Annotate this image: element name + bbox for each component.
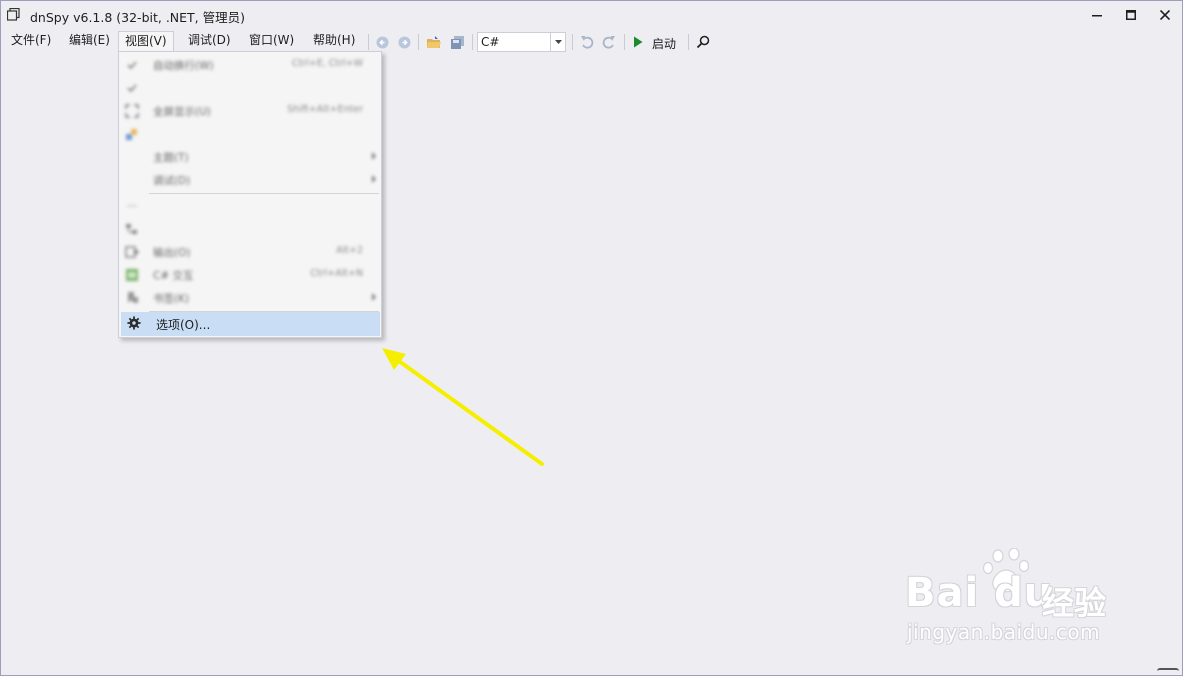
- view-menu-item[interactable]: [119, 218, 381, 240]
- redo-button[interactable]: [600, 32, 618, 52]
- watermark-brand: Bai du: [905, 570, 1054, 616]
- watermark-url: jingyan.baidu.com: [907, 620, 1101, 644]
- view-menu-item-label: 输出(O): [153, 247, 191, 259]
- maximize-icon: [1126, 10, 1136, 20]
- view-menu-item[interactable]: [119, 77, 381, 99]
- submenu-arrow-icon: [372, 152, 376, 160]
- baidu-watermark: Bai du 经验 jingyan.baidu.com: [905, 548, 1135, 658]
- menu-edit[interactable]: 编辑(E): [63, 30, 116, 51]
- menu-separator: [149, 193, 379, 194]
- toolbar-separator: [418, 34, 419, 50]
- title-bar[interactable]: dnSpy v6.1.8 (32-bit, .NET, 管理员): [0, 0, 1183, 30]
- save-all-button[interactable]: [448, 32, 466, 52]
- language-combobox[interactable]: C#: [477, 32, 566, 52]
- menu-help[interactable]: 帮助(H): [307, 30, 361, 51]
- view-menu-item[interactable]: 全屏显示(U) Shift+Alt+Enter: [119, 100, 381, 122]
- save-all-icon: [450, 35, 464, 49]
- menu-view[interactable]: 视图(V): [118, 31, 174, 52]
- view-menu-dropdown: 自动换行(W) Ctrl+E, Ctrl+W 全屏显示(U) Shift+Alt…: [118, 51, 382, 338]
- view-menu-item-shortcut: Ctrl+E, Ctrl+W: [291, 58, 363, 69]
- resize-grip[interactable]: [1157, 668, 1179, 674]
- options-label: 选项(O)...: [156, 318, 211, 332]
- toolbar-separator: [572, 34, 573, 50]
- undo-button[interactable]: [578, 32, 596, 52]
- start-label[interactable]: 启动: [652, 35, 676, 52]
- view-menu-item-shortcut: Alt+2: [336, 245, 363, 256]
- view-menu-item-label: 书签(K): [153, 293, 190, 305]
- navigate-back-button[interactable]: [374, 32, 390, 52]
- view-menu-item-output[interactable]: 输出(O) Alt+2: [119, 241, 381, 263]
- tree-icon: [126, 224, 137, 234]
- open-folder-icon: [427, 36, 441, 48]
- output-icon: [125, 246, 139, 258]
- multi-color-icon: [126, 129, 137, 140]
- play-icon: [634, 36, 643, 48]
- undo-icon: [581, 36, 594, 49]
- submenu-arrow-icon: [372, 293, 376, 301]
- submenu-arrow-icon: [372, 175, 376, 183]
- combobox-dropdown-arrow[interactable]: [550, 33, 565, 51]
- view-menu-item-label: C# 交互: [153, 270, 194, 282]
- language-value: C#: [481, 35, 500, 49]
- view-menu-item[interactable]: 自动换行(W) Ctrl+E, Ctrl+W: [119, 54, 381, 76]
- open-button[interactable]: [425, 32, 443, 52]
- view-menu-item-label: 自动换行(W): [153, 60, 214, 72]
- toolbar-separator: [688, 34, 689, 50]
- minimize-icon: [1092, 15, 1102, 17]
- window-title: dnSpy v6.1.8 (32-bit, .NET, 管理员): [30, 10, 246, 25]
- close-button[interactable]: [1148, 0, 1182, 30]
- app-window-icon: [7, 8, 20, 21]
- redo-icon: [602, 36, 615, 49]
- minimize-button[interactable]: [1080, 0, 1114, 30]
- navigate-forward-button[interactable]: [396, 32, 412, 52]
- check-icon: [127, 84, 137, 93]
- forward-arrow-icon: [398, 36, 410, 48]
- view-menu-item-shortcut: Shift+Alt+Enter: [287, 104, 363, 115]
- gear-icon: [127, 316, 141, 330]
- toolbar-separator: [368, 34, 369, 50]
- back-arrow-icon: [376, 36, 388, 48]
- view-menu-item-label: 全屏显示(U): [153, 106, 211, 118]
- view-menu-item-debug[interactable]: 调试(D): [119, 169, 381, 191]
- bookmark-icon: [128, 292, 138, 303]
- search-icon: [696, 35, 710, 49]
- toolbar-separator: [624, 34, 625, 50]
- annotation-arrow: [382, 348, 544, 466]
- view-menu-item-shortcut: Ctrl+Alt+N: [310, 268, 363, 279]
- csharp-interactive-icon: [126, 269, 138, 281]
- close-icon: [1160, 10, 1170, 20]
- chevron-down-icon: [554, 40, 562, 44]
- menu-debug[interactable]: 调试(D): [182, 30, 237, 51]
- view-menu-item[interactable]: [119, 195, 381, 217]
- view-menu-item-label: 主题(T): [153, 152, 189, 164]
- menu-bar: 文件(F) 编辑(E) 视图(V) 调试(D) 窗口(W) 帮助(H): [0, 30, 370, 52]
- view-menu-item-options[interactable]: 选项(O)...: [121, 312, 380, 336]
- view-menu-item[interactable]: [119, 123, 381, 145]
- fullscreen-icon: [125, 104, 139, 118]
- view-menu-item-csharp-interactive[interactable]: C# 交互 Ctrl+Alt+N: [119, 264, 381, 286]
- watermark-cn: 经验: [1042, 584, 1107, 622]
- view-menu-item-bookmarks[interactable]: 书签(K): [119, 287, 381, 309]
- start-debug-button[interactable]: [630, 32, 646, 52]
- menu-file[interactable]: 文件(F): [5, 30, 57, 51]
- search-button[interactable]: [694, 32, 712, 52]
- check-icon: [127, 61, 137, 70]
- view-menu-item-theme[interactable]: 主题(T): [119, 146, 381, 168]
- maximize-button[interactable]: [1114, 0, 1148, 30]
- menu-window[interactable]: 窗口(W): [243, 30, 300, 51]
- view-menu-item-label: 调试(D): [153, 175, 191, 187]
- dash-icon: [127, 205, 137, 207]
- toolbar-separator: [472, 34, 473, 50]
